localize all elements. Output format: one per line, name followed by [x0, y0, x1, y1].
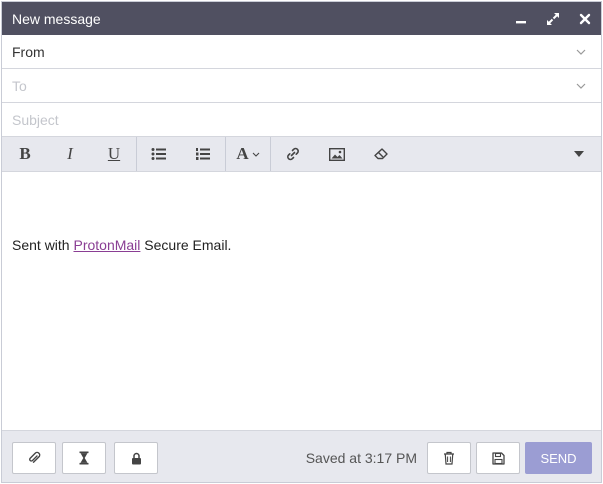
- composer-titlebar: New message: [2, 2, 601, 35]
- to-input[interactable]: [2, 70, 562, 101]
- bullet-list-button[interactable]: [139, 137, 179, 171]
- lock-icon: [131, 452, 141, 464]
- chevron-down-icon: [576, 49, 586, 55]
- underline-button[interactable]: U: [94, 137, 134, 171]
- minimize-button[interactable]: [505, 2, 537, 35]
- encryption-button[interactable]: [114, 442, 158, 474]
- message-body[interactable]: Sent with ProtonMail Secure Email.: [2, 172, 601, 430]
- composer-window: New message From B: [1, 1, 602, 483]
- numbered-list-icon: [196, 148, 210, 160]
- paperclip-icon: [29, 451, 41, 463]
- signature-prefix: Sent with: [12, 237, 74, 253]
- composer-footer: Saved at 3:17 PM SEND: [2, 430, 601, 482]
- editor-toolbar: B I U A: [2, 136, 601, 172]
- image-icon: [329, 147, 345, 161]
- font-button[interactable]: A: [228, 137, 268, 171]
- eraser-icon: [374, 148, 388, 160]
- expand-icon: [547, 12, 559, 25]
- from-field[interactable]: From: [2, 35, 601, 69]
- send-button[interactable]: SEND: [525, 442, 592, 474]
- link-button[interactable]: [273, 137, 313, 171]
- link-icon: [287, 147, 299, 161]
- composer-title: New message: [12, 10, 101, 27]
- subject-field: [2, 103, 601, 137]
- expiration-button[interactable]: [62, 442, 106, 474]
- from-dropdown[interactable]: [561, 49, 601, 55]
- toolbar-divider: [136, 137, 137, 171]
- delete-draft-button[interactable]: [427, 442, 471, 474]
- chevron-down-icon: [576, 83, 586, 89]
- numbered-list-button[interactable]: [183, 137, 223, 171]
- attach-button[interactable]: [12, 442, 56, 474]
- signature: Sent with ProtonMail Secure Email.: [12, 237, 231, 253]
- protonmail-link[interactable]: ProtonMail: [73, 237, 140, 253]
- close-button[interactable]: [569, 2, 601, 35]
- underline-icon: U: [107, 144, 121, 163]
- more-caret-icon: [574, 151, 584, 157]
- chevron-down-icon: [252, 152, 260, 157]
- save-icon: [491, 451, 505, 465]
- hourglass-icon: [79, 451, 89, 465]
- toolbar-divider: [270, 137, 271, 171]
- trash-icon: [444, 451, 454, 465]
- font-icon: A: [236, 144, 249, 163]
- saved-status: Saved at 3:17 PM: [305, 450, 417, 466]
- toolbar-divider: [225, 137, 226, 171]
- subject-input[interactable]: [2, 105, 562, 135]
- to-field: [2, 69, 601, 103]
- bold-button[interactable]: B: [5, 137, 45, 171]
- save-draft-button[interactable]: [476, 442, 520, 474]
- image-button[interactable]: [317, 137, 357, 171]
- minimize-icon: [516, 20, 526, 23]
- close-icon: [579, 13, 591, 24]
- to-dropdown[interactable]: [561, 83, 601, 89]
- from-label: From: [12, 43, 45, 60]
- more-options-button[interactable]: [559, 137, 599, 171]
- signature-suffix: Secure Email.: [140, 237, 232, 253]
- italic-icon: I: [67, 144, 73, 163]
- bullet-list-icon: [151, 148, 166, 160]
- italic-button[interactable]: I: [50, 137, 90, 171]
- clear-format-button[interactable]: [361, 137, 401, 171]
- expand-button[interactable]: [537, 2, 569, 35]
- bold-icon: B: [19, 144, 31, 163]
